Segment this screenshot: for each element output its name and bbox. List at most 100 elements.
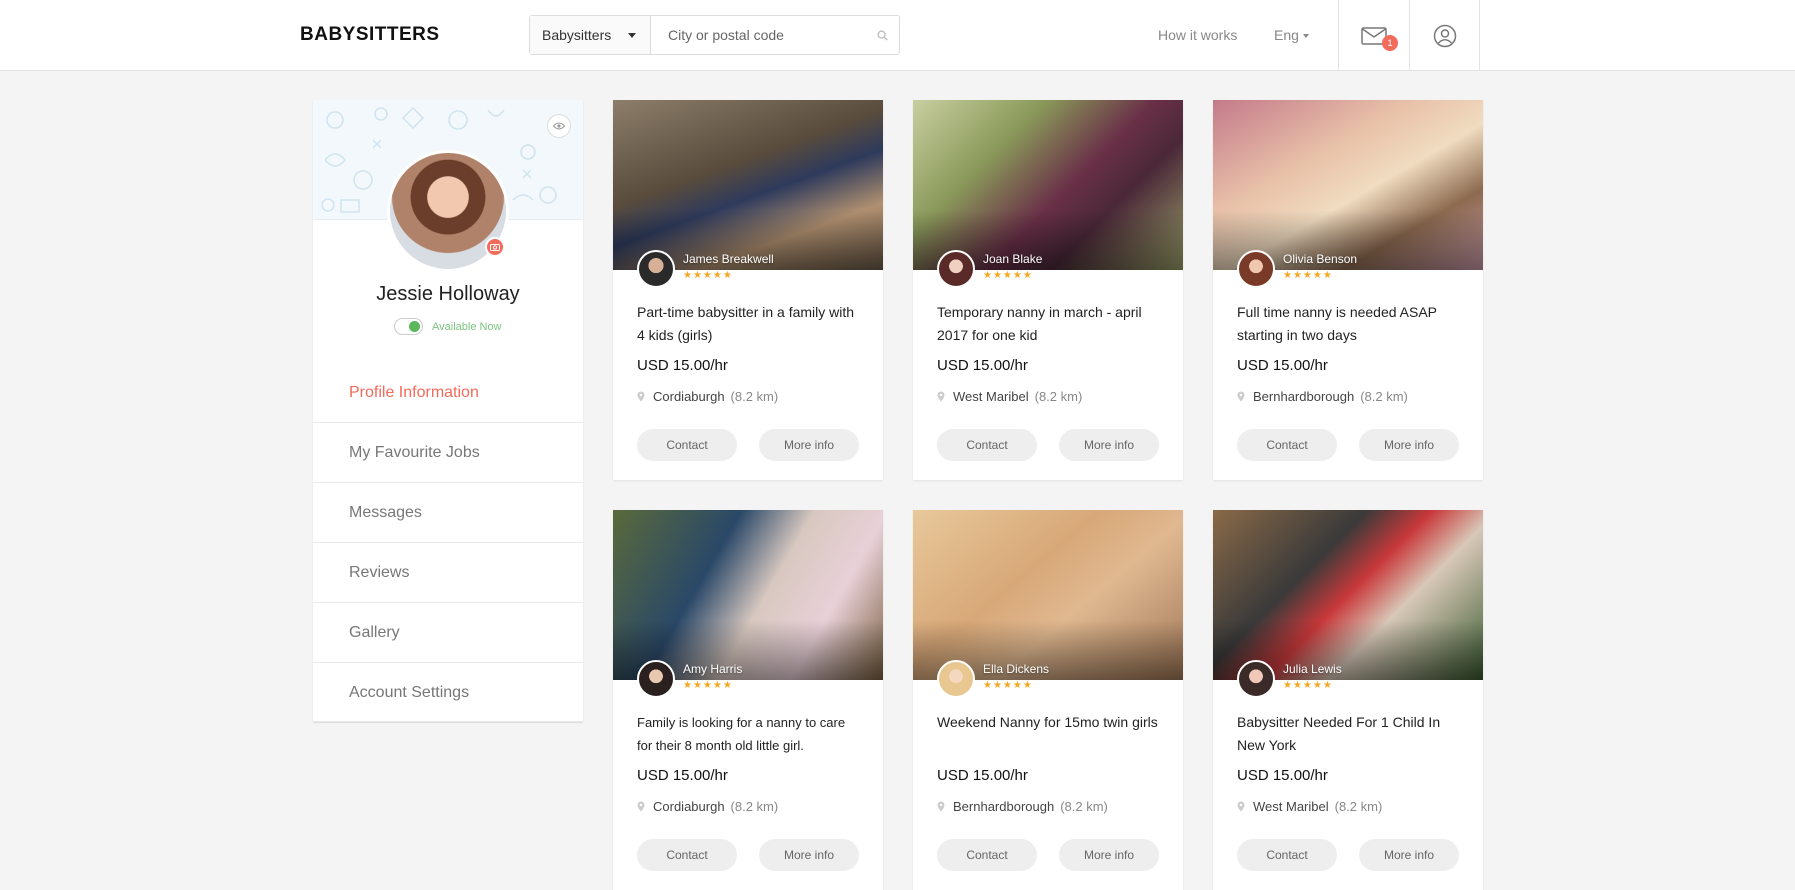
menu-item-profile-information[interactable]: Profile Information	[313, 363, 583, 423]
job-price: USD 15.00/hr	[637, 357, 728, 374]
location-distance: (8.2 km)	[1360, 389, 1408, 404]
job-price: USD 15.00/hr	[1237, 767, 1328, 784]
category-select-value: Babysitters	[542, 27, 612, 43]
job-price: USD 15.00/hr	[937, 357, 1028, 374]
menu-item-reviews[interactable]: Reviews	[313, 543, 583, 603]
location-distance: (8.2 km)	[1060, 799, 1108, 814]
job-price: USD 15.00/hr	[937, 767, 1028, 784]
poster-avatar[interactable]	[1237, 250, 1275, 288]
toggle-knob	[409, 321, 420, 332]
poster-name[interactable]: Julia Lewis	[1283, 662, 1342, 676]
job-card: Joan Blake ★★★★★ Temporary nanny in marc…	[913, 100, 1183, 480]
profile-menu: Profile Information My Favourite Jobs Me…	[313, 363, 583, 723]
contact-button[interactable]: Contact	[937, 839, 1037, 871]
job-location: West Maribel (8.2 km)	[1237, 799, 1382, 814]
poster-name[interactable]: Ella Dickens	[983, 662, 1049, 676]
rating-stars-icon: ★★★★★	[983, 680, 1033, 691]
map-pin-icon	[1237, 391, 1245, 402]
job-title[interactable]: Weekend Nanny for 15mo twin girls	[937, 711, 1162, 734]
more-info-button[interactable]: More info	[759, 839, 859, 871]
language-selector[interactable]: Eng	[1274, 27, 1309, 43]
map-pin-icon	[937, 801, 945, 812]
job-photo[interactable]	[613, 510, 883, 680]
poster-name[interactable]: James Breakwell	[683, 252, 774, 266]
availability-status: Available Now	[394, 318, 502, 335]
message-count-badge: 1	[1382, 35, 1398, 51]
more-info-button[interactable]: More info	[1359, 429, 1459, 461]
job-location: Bernhardborough (8.2 km)	[1237, 389, 1408, 404]
availability-label: Available Now	[432, 320, 502, 333]
change-photo-button[interactable]	[485, 237, 505, 257]
contact-button[interactable]: Contact	[1237, 839, 1337, 871]
job-title[interactable]: Temporary nanny in march - april 2017 fo…	[937, 301, 1162, 347]
contact-button[interactable]: Contact	[637, 429, 737, 461]
menu-item-gallery[interactable]: Gallery	[313, 603, 583, 663]
contact-button[interactable]: Contact	[637, 839, 737, 871]
menu-item-favourite-jobs[interactable]: My Favourite Jobs	[313, 423, 583, 483]
more-info-button[interactable]: More info	[1059, 839, 1159, 871]
contact-button[interactable]: Contact	[1237, 429, 1337, 461]
location-name: Bernhardborough	[953, 799, 1055, 814]
menu-item-account-settings[interactable]: Account Settings	[313, 663, 583, 723]
job-photo[interactable]	[913, 510, 1183, 680]
job-card: Ella Dickens ★★★★★ Weekend Nanny for 15m…	[913, 510, 1183, 890]
how-it-works-link[interactable]: How it works	[1158, 27, 1237, 43]
job-title[interactable]: Babysitter Needed For 1 Child In New Yor…	[1237, 711, 1462, 757]
location-distance: (8.2 km)	[1034, 389, 1083, 404]
job-price: USD 15.00/hr	[1237, 357, 1328, 374]
rating-stars-icon: ★★★★★	[1283, 270, 1333, 281]
job-card: Olivia Benson ★★★★★ Full time nanny is n…	[1213, 100, 1483, 480]
menu-item-messages[interactable]: Messages	[313, 483, 583, 543]
messages-button[interactable]: 1	[1338, 0, 1409, 71]
location-name: West Maribel	[953, 389, 1029, 404]
location-search-input[interactable]	[651, 16, 865, 54]
job-location: West Maribel (8.2 km)	[937, 389, 1082, 404]
job-photo[interactable]	[913, 100, 1183, 270]
job-photo[interactable]	[613, 100, 883, 270]
eye-icon	[553, 122, 565, 130]
poster-name[interactable]: Amy Harris	[683, 662, 742, 676]
map-pin-icon	[637, 391, 645, 402]
location-distance: (8.2 km)	[730, 389, 779, 404]
location-name: Bernhardborough	[1253, 389, 1355, 404]
map-pin-icon	[637, 801, 645, 812]
search-button[interactable]	[865, 16, 899, 54]
job-price: USD 15.00/hr	[637, 767, 728, 784]
location-name: West Maribel	[1253, 799, 1329, 814]
more-info-button[interactable]: More info	[759, 429, 859, 461]
search-icon	[876, 29, 888, 41]
poster-name[interactable]: Olivia Benson	[1283, 252, 1357, 266]
job-title[interactable]: Family is looking for a nanny to care fo…	[637, 711, 862, 757]
job-location: Bernhardborough (8.2 km)	[937, 799, 1108, 814]
job-card: Amy Harris ★★★★★ Family is looking for a…	[613, 510, 883, 890]
language-label: Eng	[1274, 27, 1299, 43]
poster-avatar[interactable]	[637, 660, 675, 698]
contact-button[interactable]: Contact	[937, 429, 1037, 461]
job-photo[interactable]	[1213, 510, 1483, 680]
job-title[interactable]: Part-time babysitter in a family with 4 …	[637, 301, 862, 347]
location-name: Cordiaburgh	[653, 389, 725, 404]
poster-avatar[interactable]	[1237, 660, 1275, 698]
location-name: Cordiaburgh	[653, 799, 725, 814]
caret-down-icon	[628, 33, 636, 38]
profile-name: Jessie Holloway	[376, 283, 520, 305]
job-title[interactable]: Full time nanny is needed ASAP starting …	[1237, 301, 1462, 347]
view-profile-button[interactable]	[547, 114, 571, 138]
more-info-button[interactable]: More info	[1059, 429, 1159, 461]
account-button[interactable]	[1409, 0, 1480, 71]
category-select[interactable]: Babysitters	[530, 16, 651, 54]
user-icon	[1433, 24, 1456, 47]
map-pin-icon	[937, 391, 945, 402]
poster-avatar[interactable]	[637, 250, 675, 288]
job-card: James Breakwell ★★★★★ Part-time babysitt…	[613, 100, 883, 480]
poster-avatar[interactable]	[937, 250, 975, 288]
availability-toggle[interactable]	[394, 318, 423, 335]
job-photo[interactable]	[1213, 100, 1483, 270]
site-logo[interactable]: BABYSITTERS	[300, 24, 440, 46]
poster-avatar[interactable]	[937, 660, 975, 698]
poster-name[interactable]: Joan Blake	[983, 252, 1042, 266]
search-bar: Babysitters	[529, 15, 900, 55]
job-card: Julia Lewis ★★★★★ Babysitter Needed For …	[1213, 510, 1483, 890]
more-info-button[interactable]: More info	[1359, 839, 1459, 871]
location-distance: (8.2 km)	[730, 799, 779, 814]
